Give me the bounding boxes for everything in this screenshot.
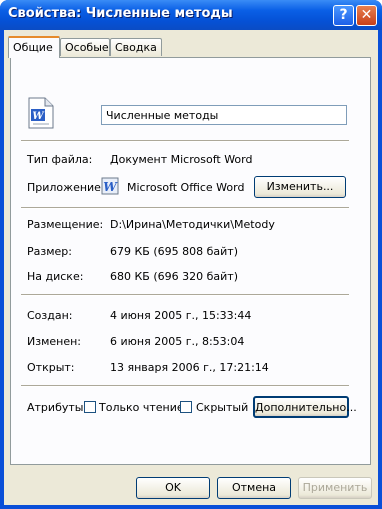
change-button[interactable]: Изменить... [254, 176, 346, 198]
modified-label: Изменен: [27, 335, 82, 348]
app-value: Microsoft Office Word [127, 181, 245, 194]
file-name-input[interactable]: Численные методы [101, 105, 347, 125]
word-document-icon: W [28, 97, 54, 129]
hidden-label[interactable]: Скрытый [196, 401, 248, 414]
tab-general[interactable]: Общие [8, 36, 60, 58]
title-bar[interactable]: Свойства: Численные методы ? ✕ [0, 0, 382, 30]
dialog-body: Общие Особые Сводка W Численные методы Т… [4, 30, 378, 505]
hidden-checkbox[interactable] [180, 401, 192, 413]
separator [21, 207, 349, 209]
tab-custom[interactable]: Особые [60, 38, 110, 56]
apply-button[interactable]: Применить [298, 477, 372, 499]
size-label: Размер: [27, 245, 72, 258]
attributes-label: Атрибуты: [27, 401, 88, 414]
opened-value: 13 января 2006 г., 17:21:14 [110, 361, 269, 374]
disk-size-value: 680 КБ (696 320 байт) [110, 270, 238, 283]
word-app-icon: W [101, 177, 119, 195]
properties-window: Свойства: Численные методы ? ✕ Общие Осо… [0, 0, 382, 509]
cancel-button[interactable]: Отмена [217, 477, 291, 499]
help-button[interactable]: ? [333, 5, 354, 26]
size-value: 679 КБ (695 808 байт) [110, 245, 238, 258]
app-label: Приложение: [27, 181, 105, 194]
created-value: 4 июня 2005 г., 15:33:44 [110, 309, 252, 322]
opened-label: Открыт: [27, 361, 75, 374]
svg-text:W: W [103, 180, 118, 194]
modified-value: 6 июня 2005 г., 8:53:04 [110, 335, 245, 348]
location-value: D:\Ирина\Методички\Metody [110, 218, 275, 231]
readonly-checkbox[interactable] [84, 401, 96, 413]
file-type-value: Документ Microsoft Word [110, 153, 253, 166]
file-type-label: Тип файла: [27, 153, 93, 166]
separator [21, 294, 349, 296]
general-panel: W Численные методы Тип файла: Документ M… [10, 57, 371, 465]
location-label: Размещение: [27, 218, 104, 231]
close-button[interactable]: ✕ [356, 5, 377, 26]
separator [21, 385, 349, 387]
disk-size-label: На диске: [27, 270, 84, 283]
svg-text:W: W [32, 111, 45, 122]
ok-button[interactable]: OK [136, 477, 210, 499]
tab-summary[interactable]: Сводка [110, 38, 162, 56]
advanced-button[interactable]: Дополнительно... [253, 396, 357, 418]
separator [21, 140, 349, 142]
readonly-label[interactable]: Только чтение [99, 401, 184, 414]
window-title: Свойства: Численные методы [8, 6, 233, 21]
created-label: Создан: [27, 309, 73, 322]
